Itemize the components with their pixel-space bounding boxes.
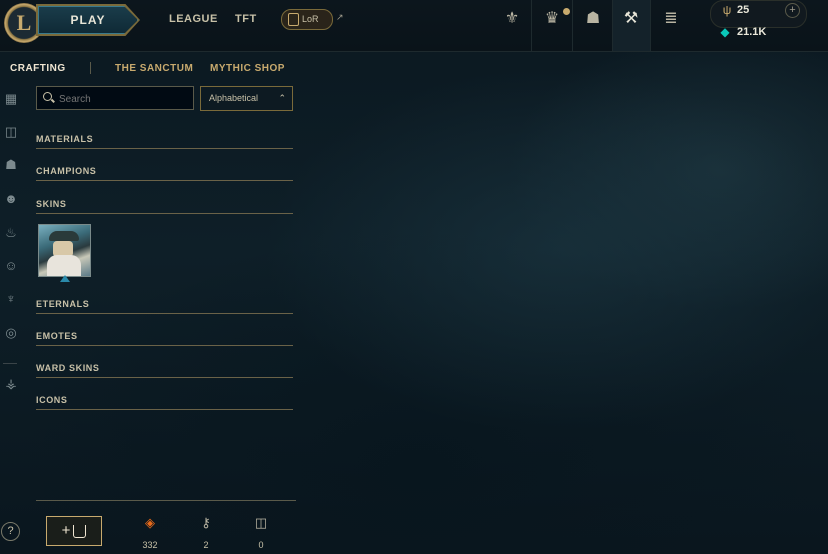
category-icons[interactable]: ICONS xyxy=(36,395,293,405)
divider xyxy=(36,148,293,149)
category-emotes[interactable]: EMOTES xyxy=(36,331,293,341)
tab-crafting[interactable]: CRAFTING xyxy=(10,63,66,74)
skin-art xyxy=(47,255,81,276)
crafting-icon[interactable]: ⚒ xyxy=(620,8,642,30)
key-count: 2 xyxy=(203,540,209,550)
misc-icon[interactable]: ⚶ xyxy=(0,376,22,392)
external-link-icon: ↗ xyxy=(336,12,344,22)
divider xyxy=(90,62,91,74)
shard-badge-icon xyxy=(60,275,70,282)
icon-icon[interactable]: ◎ xyxy=(0,325,22,341)
skin-icon[interactable]: ☻ xyxy=(0,191,22,206)
chest-icon xyxy=(73,524,87,538)
notification-dot xyxy=(563,8,570,15)
lor-button[interactable]: LoR xyxy=(281,9,333,30)
champion-icon[interactable]: ☗ xyxy=(0,157,22,173)
play-button[interactable]: PLAY xyxy=(38,6,138,34)
orange-essence-icon: ◈ xyxy=(145,515,155,530)
chest-count-icon: ◫ xyxy=(254,515,268,530)
add-label: + xyxy=(61,522,71,539)
divider xyxy=(3,363,17,364)
search-box[interactable] xyxy=(36,86,194,110)
category-eternals[interactable]: ETERNALS xyxy=(36,299,293,309)
category-skins[interactable]: SKINS xyxy=(36,199,293,209)
divider xyxy=(36,409,293,410)
chest-icon[interactable]: ◫ xyxy=(0,124,22,140)
missions-icon[interactable]: ♛ xyxy=(541,8,563,30)
divider xyxy=(36,377,293,378)
lor-label: LoR xyxy=(302,14,319,24)
divider xyxy=(36,180,293,181)
search-icon xyxy=(43,92,52,101)
divider xyxy=(36,313,293,314)
divider xyxy=(572,0,573,51)
help-button[interactable]: ? xyxy=(1,522,20,541)
divider xyxy=(612,0,613,51)
category-ward-skins[interactable]: WARD SKINS xyxy=(36,363,293,373)
sort-dropdown[interactable]: Alphabetical ⌃ xyxy=(200,86,293,111)
store-icon[interactable]: ≣ xyxy=(660,8,682,30)
tab-mythic-shop[interactable]: MYTHIC SHOP xyxy=(210,63,285,74)
search-input[interactable] xyxy=(57,90,191,108)
background xyxy=(0,0,828,554)
riot-points-icon: ψ xyxy=(722,3,732,17)
lor-icon xyxy=(288,13,299,27)
emote-icon[interactable]: ☺ xyxy=(0,258,22,273)
blue-essence-icon: ◆ xyxy=(720,25,730,39)
nav-tft[interactable]: TFT xyxy=(235,13,257,25)
tab-the-sanctum[interactable]: THE SANCTUM xyxy=(115,63,193,74)
chest-count: 0 xyxy=(258,540,264,550)
eternals-icon[interactable]: ♨ xyxy=(0,225,22,241)
orange-essence-count: 332 xyxy=(142,540,158,550)
key-icon: ⚷ xyxy=(201,515,211,530)
ward-icon[interactable]: ♆ xyxy=(0,291,22,306)
category-champions[interactable]: CHAMPIONS xyxy=(36,166,293,176)
chevron-updown-icon: ⌃ xyxy=(278,93,286,103)
collection-icon[interactable]: ☗ xyxy=(582,8,604,30)
nav-league[interactable]: LEAGUE xyxy=(169,13,218,25)
riot-points-value: 25 xyxy=(737,4,750,16)
divider xyxy=(531,0,532,51)
skin-art xyxy=(49,231,79,241)
category-materials[interactable]: MATERIALS xyxy=(36,134,293,144)
top-bar: L PLAY LEAGUE TFT LoR ↗ ⚜ ♛ ☗ ⚒ ≣ ψ 25 +… xyxy=(0,0,828,52)
rank-icon[interactable]: ⚜ xyxy=(501,8,523,30)
divider xyxy=(650,0,651,51)
sort-value: Alphabetical xyxy=(209,93,259,103)
divider xyxy=(36,500,296,501)
all-icon[interactable]: ▦ xyxy=(0,91,22,107)
divider xyxy=(36,213,293,214)
buy-rp-button[interactable]: + xyxy=(785,3,800,18)
divider xyxy=(36,345,293,346)
add-chest-button[interactable]: + xyxy=(46,516,102,546)
skin-shard-item[interactable] xyxy=(38,224,91,277)
blue-essence-value: 21.1K xyxy=(737,26,767,38)
